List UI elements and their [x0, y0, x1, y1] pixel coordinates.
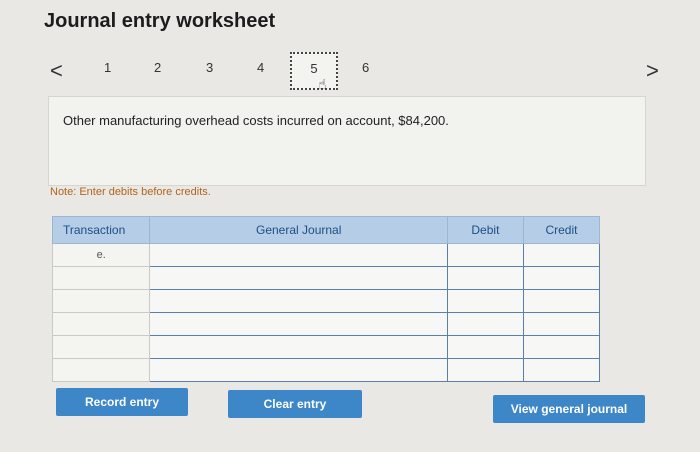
credit-input[interactable] — [522, 312, 601, 336]
journal-table: Transaction General Journal Debit Credit… — [51, 216, 601, 382]
credit-input[interactable] — [522, 266, 601, 290]
record-entry-button[interactable]: Record entry — [56, 388, 188, 416]
note-text: Note: Enter debits before credits. — [50, 186, 211, 198]
debit-input[interactable] — [446, 243, 524, 267]
next-arrow-icon[interactable]: > — [646, 58, 659, 84]
debit-input[interactable] — [446, 289, 524, 313]
header-transaction: Transaction — [51, 216, 151, 244]
debit-input[interactable] — [446, 312, 524, 336]
account-input[interactable] — [149, 289, 448, 313]
credit-input[interactable] — [522, 289, 601, 313]
transaction-description: Other manufacturing overhead costs incur… — [63, 113, 449, 128]
debit-input[interactable] — [446, 335, 524, 359]
table-row — [51, 358, 601, 382]
account-input[interactable] — [149, 266, 448, 290]
page-navigation: < 1 2 3 4 5 6 > — [0, 52, 700, 94]
account-input[interactable] — [149, 312, 448, 336]
header-credit: Credit — [522, 216, 601, 244]
page-3-button[interactable]: 3 — [206, 60, 213, 75]
credit-input[interactable] — [522, 335, 601, 359]
header-debit: Debit — [446, 216, 524, 244]
transaction-cell — [51, 358, 151, 382]
debit-input[interactable] — [446, 266, 524, 290]
table-row — [51, 312, 601, 336]
account-input[interactable] — [149, 358, 448, 382]
prev-arrow-icon[interactable]: < — [50, 58, 63, 84]
header-general-journal: General Journal — [149, 216, 448, 244]
account-input[interactable] — [149, 335, 448, 359]
table-row — [51, 335, 601, 359]
worksheet-title: Journal entry worksheet — [44, 10, 276, 32]
page-6-button[interactable]: 6 — [362, 60, 369, 75]
account-input[interactable] — [149, 243, 448, 267]
clear-entry-button[interactable]: Clear entry — [228, 390, 362, 418]
view-general-journal-button[interactable]: View general journal — [493, 395, 645, 423]
credit-input[interactable] — [522, 358, 601, 382]
table-row — [51, 266, 601, 290]
hand-cursor-icon: ☝ — [318, 76, 327, 92]
credit-input[interactable] — [522, 243, 601, 267]
page-2-button[interactable]: 2 — [154, 60, 161, 75]
debit-input[interactable] — [446, 358, 524, 382]
description-panel: Other manufacturing overhead costs incur… — [48, 96, 646, 186]
table-row — [51, 289, 601, 313]
page-5-button[interactable]: 5 — [290, 52, 338, 90]
transaction-cell — [51, 266, 151, 290]
transaction-cell: e. — [51, 243, 151, 267]
transaction-cell — [51, 335, 151, 359]
transaction-cell — [51, 312, 151, 336]
page-4-button[interactable]: 4 — [257, 60, 264, 75]
table-row: e. — [51, 243, 601, 267]
transaction-cell — [51, 289, 151, 313]
page-1-button[interactable]: 1 — [104, 60, 111, 75]
